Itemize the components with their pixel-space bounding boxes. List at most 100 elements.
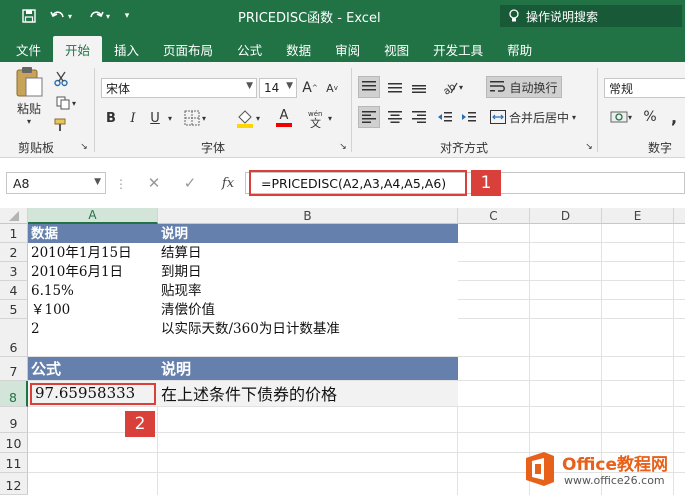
tab-data[interactable]: 数据 xyxy=(274,36,323,62)
underline-button[interactable]: U xyxy=(146,108,164,128)
number-format-select[interactable]: 常规 xyxy=(604,78,685,98)
align-middle-button[interactable] xyxy=(384,76,406,98)
paste-label: 粘贴 xyxy=(16,102,41,116)
row-header-11[interactable]: 11 xyxy=(0,453,28,473)
cell-b8[interactable]: 在上述条件下债券的价格 xyxy=(158,381,458,406)
chevron-down-icon: ▾ xyxy=(71,98,76,108)
paste-button[interactable]: 粘贴 ▾ xyxy=(10,66,48,126)
insert-function-button[interactable]: fx xyxy=(216,174,240,192)
align-bottom-button[interactable] xyxy=(408,76,430,98)
italic-button[interactable]: I xyxy=(124,108,142,128)
shrink-font-button[interactable]: Av xyxy=(322,78,342,98)
save-button[interactable] xyxy=(18,6,40,26)
cell-a8[interactable]: 97.65958333 xyxy=(30,383,156,405)
clipboard-launcher-icon[interactable]: ↘ xyxy=(78,140,90,154)
percent-style-button[interactable]: % xyxy=(640,106,660,128)
align-top-button[interactable] xyxy=(358,76,380,98)
row-header-10[interactable]: 10 xyxy=(0,433,28,453)
font-size-select[interactable]: 14 ▼ xyxy=(259,78,297,98)
tell-me-search[interactable]: 操作说明搜索 xyxy=(500,5,682,27)
font-launcher-icon[interactable]: ↘ xyxy=(337,140,349,154)
row-header-7[interactable]: 7 xyxy=(0,357,28,381)
scissors-icon xyxy=(54,71,68,87)
select-all-corner[interactable] xyxy=(0,208,28,224)
tab-file[interactable]: 文件 xyxy=(4,36,53,62)
tab-page-layout[interactable]: 页面布局 xyxy=(151,36,225,62)
column-header-c[interactable]: C xyxy=(458,208,530,224)
alignment-launcher-icon[interactable]: ↘ xyxy=(583,140,595,154)
tab-review[interactable]: 审阅 xyxy=(323,36,372,62)
worksheet-grid[interactable]: A B C D E 1 2 3 4 5 6 7 8 9 10 11 12 数据 … xyxy=(0,208,685,495)
bold-button[interactable]: B xyxy=(102,108,120,128)
increase-indent-button[interactable] xyxy=(458,106,480,128)
underline-dropdown[interactable]: ▾ xyxy=(164,108,176,128)
merge-center-button[interactable]: 合并后居中 ▾ xyxy=(486,106,580,128)
confirm-entry-icon[interactable]: ✓ xyxy=(180,174,200,192)
formula-input[interactable]: =PRICEDISC(A2,A3,A4,A5,A6) xyxy=(249,170,467,196)
cell-a3[interactable]: 2010年6月1日 xyxy=(28,262,158,281)
undo-button[interactable]: ▾ xyxy=(46,6,76,26)
cell-b7[interactable]: 说明 xyxy=(158,357,458,380)
orientation-button[interactable]: ab ▾ xyxy=(436,76,468,98)
comma-style-button[interactable]: , xyxy=(664,106,684,128)
drag-handle-icon[interactable]: ⋮ xyxy=(115,176,127,192)
font-name-select[interactable]: 宋体 ▼ xyxy=(101,78,257,98)
lightbulb-icon xyxy=(509,9,519,22)
number-format-value: 常规 xyxy=(609,81,634,96)
borders-icon xyxy=(184,110,200,126)
row-header-3[interactable]: 3 xyxy=(0,262,28,281)
tab-developer[interactable]: 开发工具 xyxy=(421,36,495,62)
column-header-b[interactable]: B xyxy=(158,208,458,224)
select-all-icon xyxy=(8,210,19,221)
svg-text:文: 文 xyxy=(310,116,321,128)
grow-font-button[interactable]: A ^ xyxy=(300,78,320,98)
tab-formulas[interactable]: 公式 xyxy=(225,36,274,62)
column-header-e[interactable]: E xyxy=(602,208,674,224)
cut-button[interactable] xyxy=(52,70,70,88)
cell-b3[interactable]: 到期日 xyxy=(158,262,458,281)
tab-home[interactable]: 开始 xyxy=(53,36,103,62)
tab-insert[interactable]: 插入 xyxy=(102,36,151,62)
row-header-8[interactable]: 8 xyxy=(0,381,28,407)
accounting-format-button[interactable]: ▾ xyxy=(604,106,638,128)
copy-button[interactable]: ▾ xyxy=(52,94,80,112)
cancel-entry-icon[interactable]: ✕ xyxy=(144,174,164,192)
align-center-button[interactable] xyxy=(384,106,406,128)
cell-b6[interactable]: 以实际天数/360为日计数基准 xyxy=(158,319,458,338)
tab-view[interactable]: 视图 xyxy=(372,36,421,62)
cell-a7[interactable]: 公式 xyxy=(28,357,158,380)
row-header-2[interactable]: 2 xyxy=(0,243,28,262)
group-separator xyxy=(351,68,352,152)
cell-b2[interactable]: 结算日 xyxy=(158,243,458,262)
wrap-text-button[interactable]: 自动换行 xyxy=(486,76,562,98)
font-color-button[interactable]: A xyxy=(268,106,300,130)
row-header-9[interactable]: 9 xyxy=(0,407,28,433)
column-header-f[interactable] xyxy=(674,208,685,224)
phonetic-guide-button[interactable]: wén 文 ▾ xyxy=(302,106,336,130)
name-box[interactable]: A8 ▼ xyxy=(6,172,106,194)
row-header-5[interactable]: 5 xyxy=(0,300,28,319)
row-header-1[interactable]: 1 xyxy=(0,224,28,243)
fill-bucket-icon xyxy=(236,110,253,128)
redo-button[interactable]: ▾ xyxy=(84,6,114,26)
row-header-6[interactable]: 6 xyxy=(0,319,28,357)
tab-help[interactable]: 帮助 xyxy=(495,36,544,62)
cell-a6[interactable]: 2 xyxy=(28,319,158,338)
format-painter-button[interactable] xyxy=(52,116,70,134)
row-header-12[interactable]: 12 xyxy=(0,473,28,495)
column-header-d[interactable]: D xyxy=(530,208,602,224)
align-right-button[interactable] xyxy=(408,106,430,128)
chevron-down-icon: ▾ xyxy=(458,82,463,92)
customize-quick-access-button[interactable]: ▾ xyxy=(120,6,134,26)
borders-button[interactable]: ▾ xyxy=(180,108,210,128)
decrease-indent-button[interactable] xyxy=(434,106,456,128)
align-left-button[interactable] xyxy=(358,106,380,128)
wrap-text-icon xyxy=(490,81,506,92)
cell-a5[interactable]: ￥100 xyxy=(28,300,158,319)
ribbon-tabs: 文件 开始 插入 页面布局 公式 数据 审阅 视图 开发工具 帮助 xyxy=(0,32,685,62)
cell-b1[interactable]: 说明 xyxy=(158,224,458,243)
group-separator xyxy=(94,68,95,152)
chevron-down-icon: ▾ xyxy=(26,117,31,126)
fill-color-button[interactable]: ▾ xyxy=(232,106,264,130)
row-header-4[interactable]: 4 xyxy=(0,281,28,300)
